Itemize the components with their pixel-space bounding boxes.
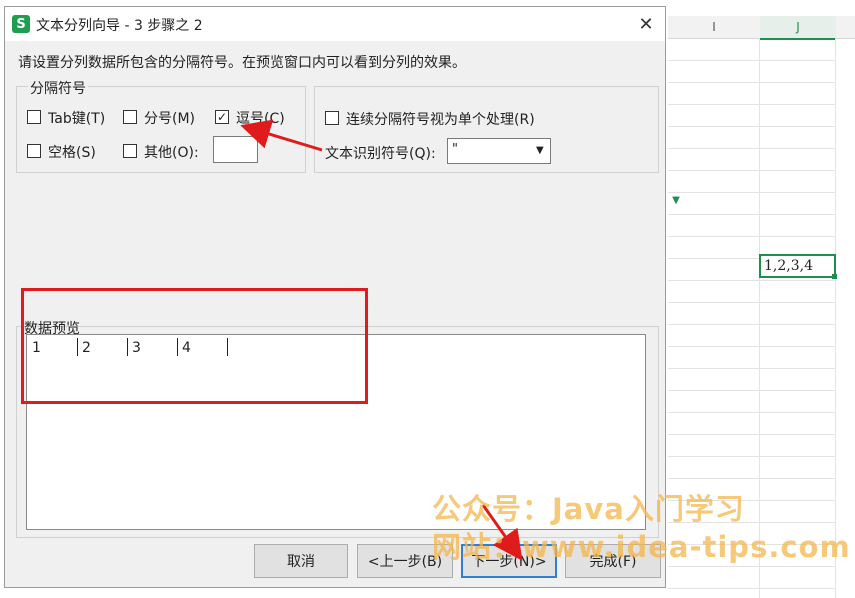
watermark-line-2: 网站：www.idea-tips.com [432, 530, 851, 564]
arrow-to-comma [240, 119, 323, 152]
watermark-line-1: 公众号：Java入门学习 [432, 492, 745, 526]
